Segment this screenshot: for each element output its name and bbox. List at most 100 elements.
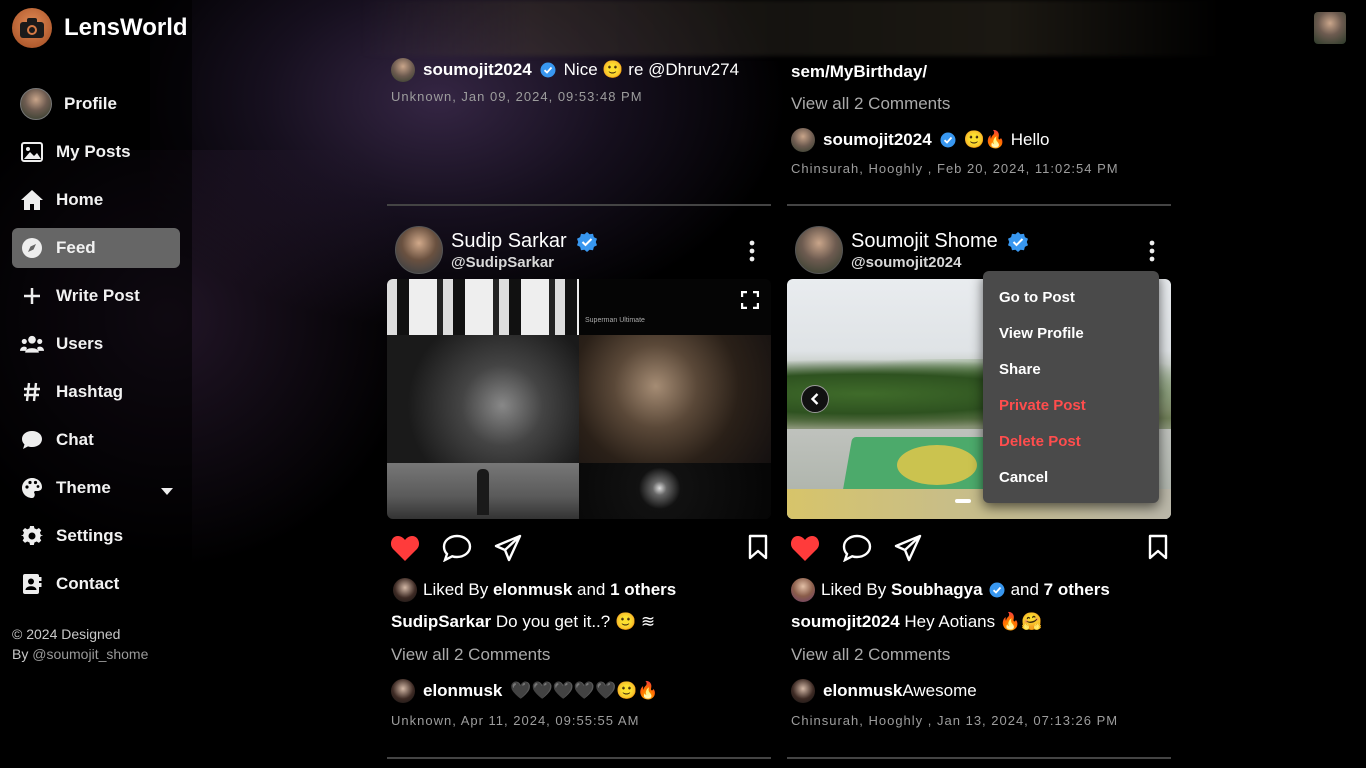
like-heart-icon[interactable] [390, 534, 420, 567]
carousel-prev-button[interactable] [801, 385, 829, 413]
sidebar-item-label: Write Post [56, 286, 140, 305]
view-all-comments-link[interactable]: View all 2 Comments [791, 645, 950, 665]
post-card: Sudip Sarkar @SudipSarkar Superman Ultim… [387, 222, 771, 742]
post-meta: Unknown, Apr 11, 2024, 09:55:55 AM [391, 713, 640, 728]
view-all-comments-link[interactable]: View all 2 Comments [391, 645, 550, 665]
collage-tile-stripes [387, 279, 579, 335]
sidebar-item-write-post[interactable]: Write Post [12, 276, 180, 316]
likes-others[interactable]: 7 others [1044, 580, 1110, 599]
likes-prefix: Liked By [423, 580, 493, 599]
likes-user[interactable]: elonmusk [493, 580, 572, 599]
verified-badge-icon [989, 582, 1005, 598]
view-all-comments-link[interactable]: View all 2 Comments [791, 94, 950, 114]
copyright-by: By [12, 646, 33, 662]
collage-tile-label: Superman Ultimate [585, 317, 645, 324]
sidebar-item-my-posts[interactable]: My Posts [12, 132, 180, 172]
share-send-icon[interactable] [494, 534, 522, 567]
user-avatar-button[interactable] [1314, 12, 1346, 44]
sidebar-item-contact[interactable]: Contact [12, 564, 180, 604]
post-author-username[interactable]: @SudipSarkar [451, 254, 599, 271]
avatar[interactable] [795, 226, 843, 274]
sidebar-item-label: Hashtag [56, 382, 124, 401]
post-author-username[interactable]: @soumojit2024 [851, 254, 1030, 271]
post-actions [787, 534, 1171, 566]
sidebar-item-label: Users [56, 334, 104, 353]
brand[interactable]: LensWorld [12, 8, 188, 48]
post-header: Sudip Sarkar @SudipSarkar [395, 222, 599, 278]
menu-item-delete-post[interactable]: Delete Post [983, 423, 1159, 459]
avatar[interactable] [391, 58, 415, 82]
sidebar-item-label: Theme [56, 478, 111, 497]
sidebar-item-settings[interactable]: Settings [12, 516, 180, 556]
likes-others[interactable]: 1 others [610, 580, 676, 599]
comment-text: Awesome [902, 681, 977, 700]
post-author-name[interactable]: Sudip Sarkar [451, 230, 599, 254]
likes-summary[interactable]: Liked By Soubhagya and 7 others [791, 578, 1110, 602]
camera-logo-icon [12, 8, 52, 48]
sidebar-item-chat[interactable]: Chat [12, 420, 180, 460]
more-options-icon[interactable] [1149, 240, 1155, 267]
sidebar-item-label: My Posts [56, 142, 131, 161]
sidebar-item-theme[interactable]: Theme [12, 468, 180, 508]
bookmark-icon[interactable] [1148, 534, 1168, 565]
menu-item-cancel[interactable]: Cancel [983, 459, 1159, 495]
author-name-text: Sudip Sarkar [451, 230, 567, 252]
share-send-icon[interactable] [894, 534, 922, 567]
verified-badge-icon [1007, 231, 1028, 252]
avatar[interactable] [791, 679, 815, 703]
copyright-handle-link[interactable]: @soumojit_shome [32, 646, 148, 662]
carousel-dot[interactable] [955, 499, 971, 503]
comment-username[interactable]: soumojit2024 [423, 60, 532, 80]
collage-tile-eye [387, 335, 579, 463]
like-heart-icon[interactable] [790, 534, 820, 567]
sidebar-item-label: Feed [56, 238, 96, 257]
comment-username[interactable]: soumojit2024 [823, 130, 932, 150]
fullscreen-icon[interactable] [740, 290, 760, 314]
verified-badge-icon [940, 132, 956, 148]
comment-icon[interactable] [442, 534, 472, 567]
sidebar-item-feed[interactable]: Feed [12, 228, 180, 268]
comment-username[interactable]: elonmusk [823, 681, 902, 701]
sidebar-item-home[interactable]: Home [12, 180, 180, 220]
comment: soumojit2024 🙂🔥 Hello [791, 128, 1049, 152]
sidebar-item-users[interactable]: Users [12, 324, 180, 364]
copyright-line: © 2024 Designed [12, 626, 121, 642]
post-author-name[interactable]: Soumojit Shome [851, 230, 1030, 254]
comment: elonmusk 🖤🖤🖤🖤🖤🙂🔥 [391, 679, 659, 703]
avatar[interactable] [395, 226, 443, 274]
caption-text: Do you get it..? 🙂 ≋ [491, 612, 656, 631]
image-icon [20, 140, 44, 164]
compass-icon [20, 236, 44, 260]
bookmark-icon[interactable] [748, 534, 768, 565]
post-meta: Chinsurah, Hooghly , Feb 20, 2024, 11:02… [791, 161, 1119, 176]
caption-username[interactable]: soumojit2024 [791, 612, 900, 631]
sidebar-item-profile[interactable]: Profile [12, 84, 180, 124]
chevron-down-icon[interactable] [160, 481, 174, 501]
avatar [791, 578, 815, 602]
post-actions [387, 534, 771, 566]
caption-username[interactable]: SudipSarkar [391, 612, 491, 631]
avatar[interactable] [791, 128, 815, 152]
sidebar-item-label: Profile [64, 94, 117, 113]
sidebar-item-label: Contact [56, 574, 120, 593]
sidebar-item-hashtag[interactable]: Hashtag [12, 372, 180, 412]
menu-item-share[interactable]: Share [983, 351, 1159, 387]
avatar[interactable] [391, 679, 415, 703]
collage-tile-man [579, 335, 771, 463]
comment-icon[interactable] [842, 534, 872, 567]
post-image-collage[interactable]: Superman Ultimate [387, 279, 771, 519]
comment-text: 🙂🔥 Hello [963, 130, 1050, 149]
verified-badge-icon [576, 231, 597, 252]
sidebar-item-label: Settings [56, 526, 124, 545]
more-options-icon[interactable] [749, 240, 755, 267]
comment-username[interactable]: elonmusk [423, 681, 502, 701]
likes-user[interactable]: Soubhagya [891, 580, 983, 599]
caption-tail: sem/MyBirthday/ [791, 62, 928, 81]
post-caption: SudipSarkar Do you get it..? 🙂 ≋ [391, 612, 655, 632]
author-name-text: Soumojit Shome [851, 230, 998, 252]
menu-item-view-profile[interactable]: View Profile [983, 315, 1159, 351]
post-caption: soumojit2024 Hey Aotians 🔥🤗 [791, 612, 1042, 632]
likes-summary[interactable]: Liked By elonmusk and 1 others [393, 578, 676, 602]
menu-item-private-post[interactable]: Private Post [983, 387, 1159, 423]
menu-item-go-to-post[interactable]: Go to Post [983, 279, 1159, 315]
